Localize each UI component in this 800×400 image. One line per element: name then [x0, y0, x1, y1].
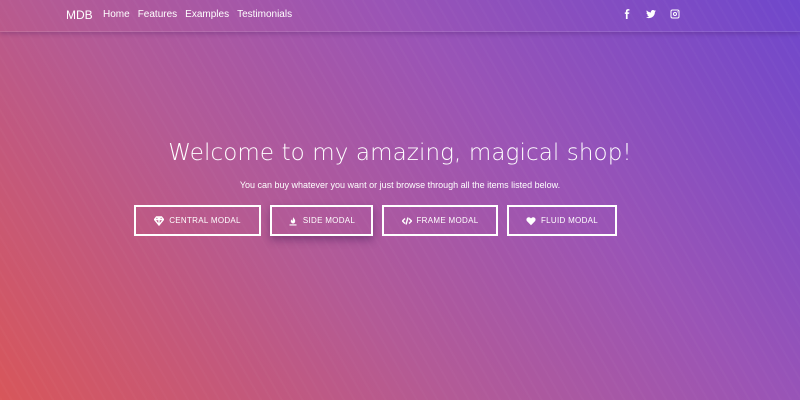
hero-section: Welcome to my amazing, magical shop! You…	[0, 140, 800, 190]
instagram-icon[interactable]	[670, 9, 680, 19]
social-links	[622, 9, 680, 19]
nav-link-features[interactable]: Features	[138, 9, 177, 20]
diamond-icon	[154, 215, 165, 226]
navbar: MDB Home Features Examples Testimonials	[0, 0, 800, 32]
frame-modal-button[interactable]: FRAME MODAL	[382, 205, 498, 236]
nav-link-examples[interactable]: Examples	[185, 9, 229, 20]
modal-buttons: CENTRAL MODAL SIDE MODAL FRAME MODAL FLU…	[134, 205, 617, 236]
brand-logo[interactable]: MDB	[66, 8, 93, 22]
button-label: FLUID MODAL	[540, 216, 599, 225]
nav-links: Home Features Examples Testimonials	[103, 9, 292, 20]
hero-title: Welcome to my amazing, magical shop!	[168, 140, 632, 166]
button-label: FRAME MODAL	[416, 216, 479, 225]
fluid-modal-button[interactable]: FLUID MODAL	[507, 205, 617, 236]
hero-subtitle: You can buy whatever you want or just br…	[239, 180, 561, 190]
nav-link-testimonials[interactable]: Testimonials	[237, 9, 292, 20]
code-icon	[401, 216, 412, 225]
button-label: SIDE MODAL	[302, 216, 356, 225]
central-modal-button[interactable]: CENTRAL MODAL	[134, 205, 261, 236]
background-pattern	[0, 0, 800, 400]
nav-link-home[interactable]: Home	[103, 9, 130, 20]
side-modal-button[interactable]: SIDE MODAL	[270, 205, 373, 236]
button-label: CENTRAL MODAL	[169, 216, 241, 225]
heart-icon	[526, 216, 536, 225]
facebook-icon[interactable]	[622, 9, 632, 19]
fire-icon	[289, 216, 297, 225]
twitter-icon[interactable]	[646, 9, 656, 19]
